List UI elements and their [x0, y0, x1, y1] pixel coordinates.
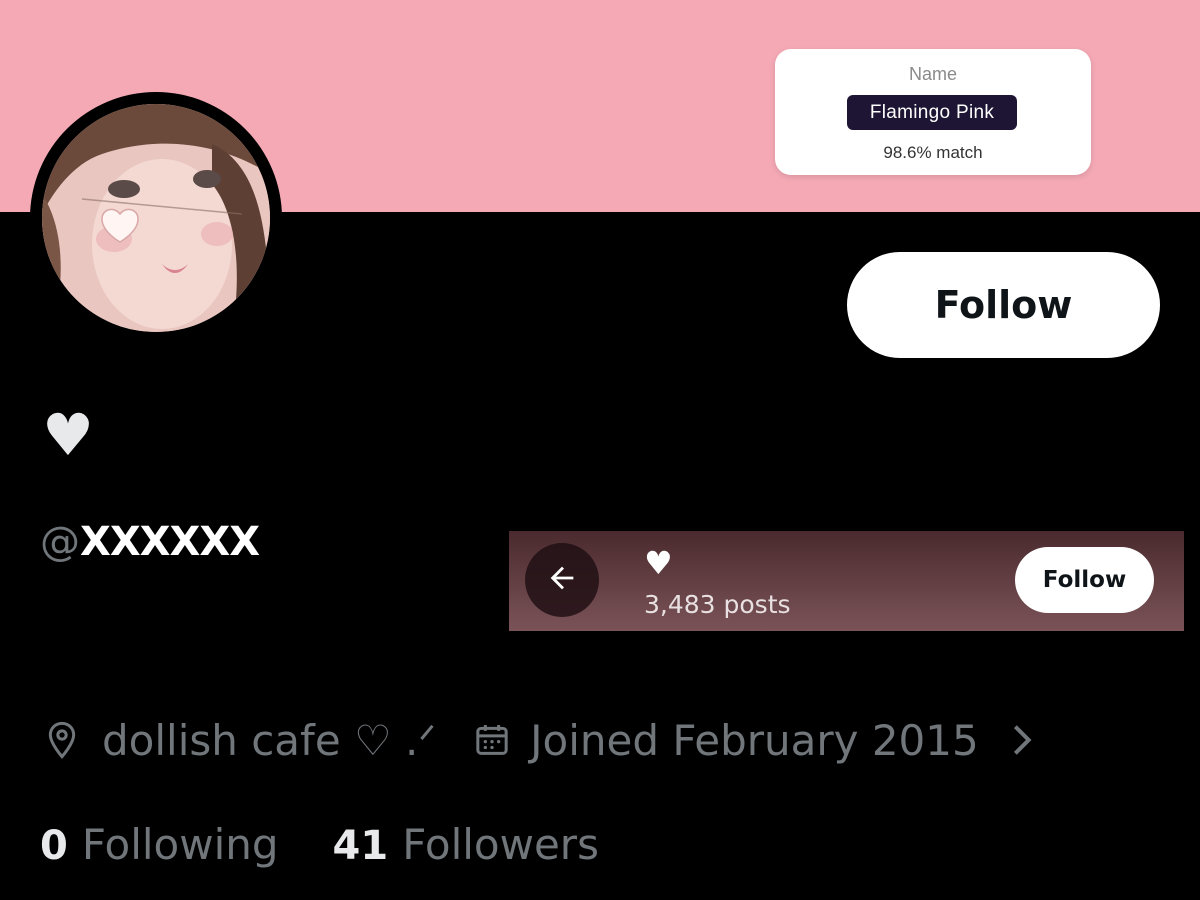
following-label: Following [81, 820, 279, 869]
avatar-portrait-icon [42, 104, 270, 332]
sticky-header-name: ♥ [644, 544, 673, 582]
following-link[interactable]: 0 Following [40, 820, 279, 869]
profile-joined-date: Joined February 2015 [530, 715, 979, 765]
chevron-right-icon[interactable] [1007, 720, 1037, 760]
map-pin-icon [42, 720, 82, 760]
avatar[interactable] [42, 104, 270, 332]
followers-link[interactable]: 41 Followers [333, 820, 599, 869]
following-count: 0 [40, 823, 68, 869]
profile-handle: @XXXXXX [40, 516, 260, 568]
profile-meta-row: dollish cafe ♡ .ᐟ Joined February 2015 [42, 708, 1037, 772]
sticky-follow-button[interactable]: Follow [1015, 547, 1154, 613]
handle-censored: XXXXXX [80, 519, 260, 565]
color-name-card: Name Flamingo Pink 98.6% match [775, 49, 1091, 175]
sticky-header-post-count: 3,483 posts [644, 590, 791, 619]
follow-button[interactable]: Follow [847, 252, 1160, 358]
color-name-pill: Flamingo Pink [847, 95, 1017, 130]
followers-label: Followers [402, 820, 599, 869]
profile-stats: 0 Following 41 Followers [40, 820, 599, 869]
followers-count: 41 [332, 823, 389, 869]
sticky-profile-header: ♥ 3,483 posts Follow [509, 531, 1184, 631]
profile-display-name: ♥ [42, 401, 94, 469]
handle-prefix: @ [40, 519, 80, 565]
calendar-icon [472, 720, 512, 760]
back-button[interactable] [525, 543, 599, 617]
arrow-left-icon [545, 561, 579, 600]
color-card-label: Name [908, 64, 957, 84]
color-match-percent: 98.6% match [883, 143, 983, 162]
profile-location: dollish cafe ♡ .ᐟ [102, 715, 437, 765]
